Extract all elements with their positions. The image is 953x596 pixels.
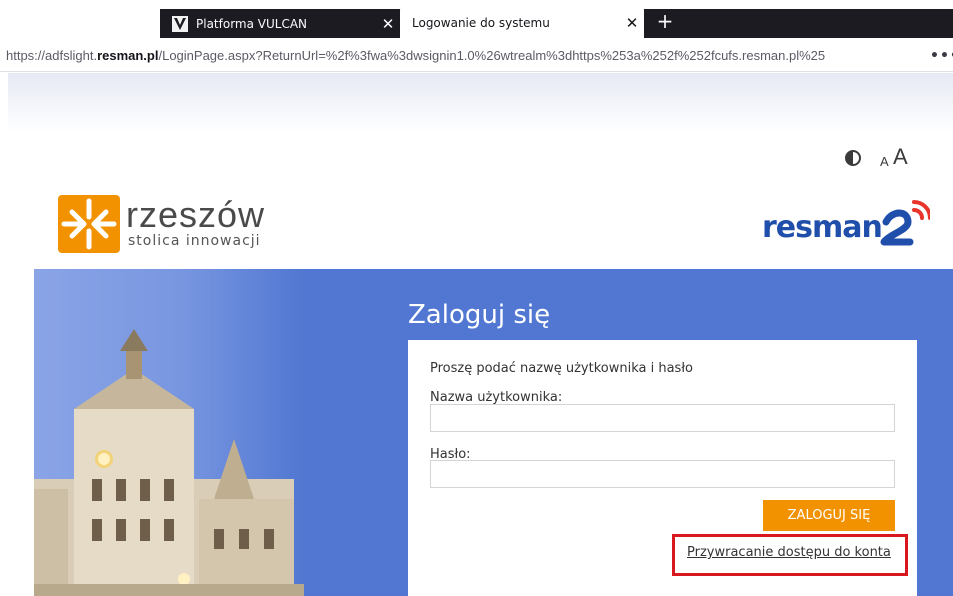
url-prefix: https://adfslight.: [6, 48, 98, 63]
tab-title: Logowanie do systemu: [412, 15, 550, 30]
page-actions-menu-icon[interactable]: •••: [930, 48, 953, 64]
username-input[interactable]: [430, 404, 895, 432]
font-size-small-button[interactable]: A: [880, 154, 889, 169]
recover-access-link[interactable]: Przywracanie dostępu do konta: [687, 545, 891, 560]
contrast-icon[interactable]: [845, 150, 861, 166]
town-hall-photo-icon: [34, 329, 304, 596]
address-bar[interactable]: https://adfslight.resman.pl/LoginPage.as…: [0, 40, 953, 72]
tab-title: Platforma VULCAN: [196, 16, 308, 31]
new-tab-button[interactable]: +: [652, 9, 678, 35]
login-button[interactable]: ZALOGUJ SIĘ: [763, 500, 895, 531]
tab-platforma-vulcan[interactable]: Platforma VULCAN ✕: [166, 9, 400, 38]
tab-close-icon[interactable]: ✕: [620, 14, 644, 32]
header-strip: [8, 73, 953, 133]
url-text[interactable]: https://adfslight.resman.pl/LoginPage.as…: [6, 48, 924, 63]
font-size-large-button[interactable]: A: [893, 144, 908, 170]
tab-close-icon[interactable]: ✕: [376, 15, 400, 33]
username-label: Nazwa użytkownika:: [430, 390, 563, 405]
password-input[interactable]: [430, 460, 895, 488]
resman-logo: resman: [762, 210, 883, 245]
city-tagline: stolica innowacji: [128, 233, 261, 249]
tab-bar: Platforma VULCAN ✕ Logowanie do systemu …: [0, 0, 953, 38]
resman-signal-icon: [880, 200, 930, 246]
login-heading: Zaloguj się: [408, 300, 551, 330]
url-path: /LoginPage.aspx?ReturnUrl=%2f%3fwa%3dwsi…: [158, 48, 826, 63]
url-host: resman.pl: [97, 48, 159, 63]
city-name: rzeszów: [126, 194, 266, 235]
tab-logowanie[interactable]: Logowanie do systemu ✕: [400, 7, 644, 38]
rzeszow-logo-icon: [58, 195, 120, 253]
vulcan-favicon-icon: [172, 15, 188, 32]
login-prompt: Proszę podać nazwę użytkownika i hasło: [430, 361, 693, 376]
